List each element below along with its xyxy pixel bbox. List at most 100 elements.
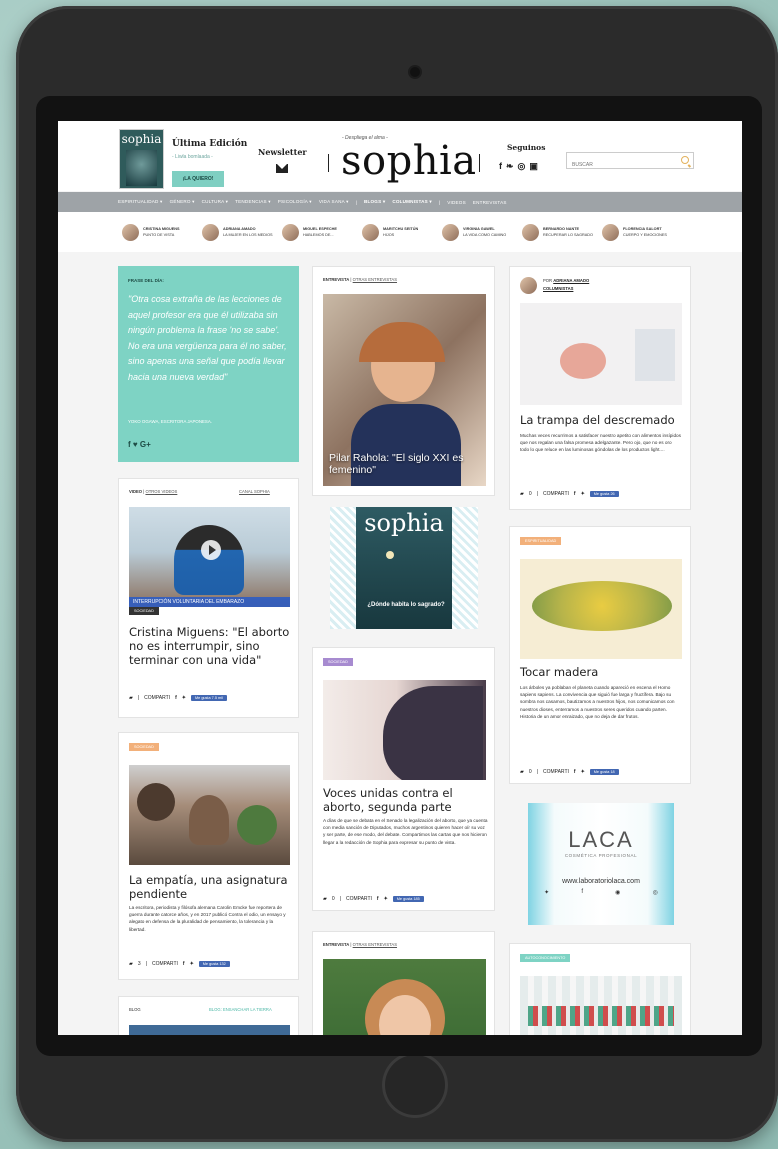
- play-icon[interactable]: [201, 540, 221, 560]
- blog-card[interactable]: BLOG BLOG: ENSANCHAR LA TIERRA: [118, 996, 299, 1035]
- search-input[interactable]: [567, 157, 667, 173]
- facebook-icon[interactable]: f: [183, 961, 185, 967]
- twitter-icon[interactable]: ✦: [190, 961, 194, 967]
- author-link[interactable]: ADRIANA AMADO: [553, 278, 589, 283]
- instagram-icon[interactable]: ◎: [653, 889, 658, 896]
- comment-icon[interactable]: ▰: [520, 491, 524, 497]
- channel-link[interactable]: CANAL SOPHIA: [239, 489, 270, 494]
- separator: |: [137, 695, 140, 701]
- like-button[interactable]: Me gusta 185: [392, 896, 424, 902]
- article-image[interactable]: [520, 976, 682, 1035]
- section-link[interactable]: COLUMNISTAS: [543, 286, 573, 291]
- share-label[interactable]: COMPARTI: [152, 961, 178, 967]
- interview-card-2[interactable]: ENTREVISTA | OTRAS ENTREVISTAS: [312, 931, 495, 1035]
- avatar: [522, 223, 539, 241]
- instagram-icon[interactable]: ◎: [518, 161, 526, 172]
- article-card-madera[interactable]: ESPIRITUALIDAD Tocar madera Los árboles …: [509, 526, 691, 784]
- cover-image: [126, 150, 157, 186]
- twitter-icon[interactable]: ✦: [384, 896, 388, 902]
- laca-url[interactable]: www.laboratoriolaca.com: [528, 878, 674, 885]
- blog-link[interactable]: BLOG: ENSANCHAR LA TIERRA: [209, 1007, 272, 1012]
- facebook-icon[interactable]: f: [175, 695, 177, 701]
- home-button[interactable]: [382, 1052, 448, 1118]
- facebook-icon[interactable]: f: [574, 769, 576, 775]
- share-label[interactable]: COMPARTI: [543, 491, 569, 497]
- twitter-icon[interactable]: ✦: [182, 695, 186, 701]
- article-image[interactable]: [129, 765, 290, 865]
- columnist-item[interactable]: BERNARDO NANTE RECUPERAR LO SAGRADO: [522, 223, 602, 241]
- nav-item-genero[interactable]: GÉNERO ▾: [170, 199, 195, 205]
- interview-card[interactable]: ENTREVISTA | OTRAS ENTREVISTAS Pilar Rah…: [312, 266, 495, 496]
- share-label[interactable]: COMPARTI: [543, 769, 569, 775]
- facebook-icon[interactable]: f: [581, 889, 583, 896]
- columnist-column: PUNTO DE VISTA: [143, 233, 175, 237]
- magazine-cover-ad[interactable]: sophia ¿Dónde habita lo sagrado?: [330, 507, 478, 629]
- youtube-icon[interactable]: ▣: [529, 161, 538, 172]
- byline: POR ADRIANA AMADO: [543, 278, 589, 283]
- article-card-voces[interactable]: SOCIEDAD Voces unidas contra el aborto, …: [312, 647, 495, 911]
- nav-item-cultura[interactable]: CULTURA ▾: [202, 199, 228, 205]
- article-title[interactable]: Voces unidas contra el aborto, segunda p…: [323, 786, 488, 814]
- pinterest-icon[interactable]: ◉: [615, 889, 620, 896]
- article-image[interactable]: [520, 303, 682, 405]
- article-card-last[interactable]: AUTOCONOCIMIENTO: [509, 943, 691, 1035]
- laca-ad[interactable]: LACA COSMÉTICA PROFESIONAL www.laborator…: [528, 803, 674, 925]
- nav-item-columnistas[interactable]: COLUMNISTAS ▾: [392, 199, 432, 205]
- interview-image[interactable]: Pilar Rahola: "El siglo XXI es femenino": [323, 294, 486, 486]
- comment-icon[interactable]: ▰: [129, 695, 133, 701]
- like-button[interactable]: Me gusta 18: [589, 769, 619, 775]
- nav-item-entrevistas[interactable]: ENTREVISTAS: [473, 200, 507, 205]
- article-image[interactable]: [323, 680, 486, 780]
- comment-icon[interactable]: ▰: [323, 896, 327, 902]
- subscribe-button[interactable]: ¡LA QUIERO!: [172, 171, 224, 187]
- video-title[interactable]: Cristina Miguens: "El aborto no es inter…: [129, 625, 294, 667]
- other-interviews-link[interactable]: OTRAS ENTREVISTAS: [353, 277, 397, 282]
- site-logo[interactable]: sophia: [341, 139, 477, 183]
- nav-item-psicologia[interactable]: PSICOLOGÍA ▾: [278, 199, 312, 205]
- quote-share-icons[interactable]: f ♥ G+: [128, 440, 151, 449]
- other-interviews-link[interactable]: OTRAS ENTREVISTAS: [353, 942, 397, 947]
- share-label[interactable]: COMPARTI: [346, 896, 372, 902]
- columnist-item[interactable]: MARITCHU SEITÚN HIJOS: [362, 223, 442, 241]
- newsletter-label[interactable]: Newsletter: [258, 147, 307, 157]
- nav-item-espiritualidad[interactable]: ESPIRITUALIDAD ▾: [118, 199, 163, 205]
- comment-icon[interactable]: ▰: [520, 769, 524, 775]
- columnist-item[interactable]: ADRIANA AMADO LA MUJER EN LOS MEDIOS: [202, 223, 282, 241]
- like-button[interactable]: Me gusta 26: [589, 491, 619, 497]
- twitter-icon[interactable]: ✦: [581, 491, 585, 497]
- comment-icon[interactable]: ▰: [129, 961, 133, 967]
- nav-item-tendencias[interactable]: TENDENCIAS ▾: [235, 199, 271, 205]
- blog-image[interactable]: [129, 1025, 290, 1035]
- article-title[interactable]: La trampa del descremado: [520, 413, 685, 427]
- columnist-item[interactable]: VIRGINIA GAWEL LA VIDA COMO CAMINO: [442, 223, 522, 241]
- article-title[interactable]: Tocar madera: [520, 665, 685, 679]
- latest-cover-thumbnail[interactable]: sophia: [119, 129, 164, 189]
- column-card-trampa[interactable]: POR ADRIANA AMADO COLUMNISTAS La trampa …: [509, 266, 691, 510]
- columnist-item[interactable]: FLORENCIA SALORT CUERPO Y EMOCIONES: [602, 223, 682, 241]
- like-button[interactable]: Me gusta 132: [198, 961, 230, 967]
- nav-item-videos[interactable]: VIDEOS: [447, 200, 466, 205]
- facebook-icon[interactable]: f: [499, 161, 502, 172]
- columnist-item[interactable]: CRISTINA MIGUENS PUNTO DE VISTA: [122, 223, 202, 241]
- twitter-icon[interactable]: ✦: [544, 889, 549, 896]
- separator: |: [339, 896, 341, 902]
- article-title[interactable]: La empatía, una asignatura pendiente: [129, 873, 294, 901]
- nav-item-vida-sana[interactable]: VIDA SANA ▾: [319, 199, 349, 205]
- article-card-empatia[interactable]: SOCIEDAD La empatía, una asignatura pend…: [118, 732, 299, 980]
- interview-image[interactable]: [323, 959, 486, 1035]
- search-icon[interactable]: [681, 156, 689, 164]
- video-card[interactable]: VIDEO | OTROS VIDEOS CANAL SOPHIA INTERR…: [118, 478, 299, 718]
- twitter-icon[interactable]: ✦: [581, 769, 585, 775]
- facebook-icon[interactable]: f: [574, 491, 576, 497]
- video-thumbnail[interactable]: INTERRUPCIÓN VOLUNTARIA DEL EMBARAZO: [129, 507, 290, 607]
- other-videos-link[interactable]: OTROS VIDEOS: [145, 489, 177, 494]
- twitter-icon[interactable]: ❧: [506, 161, 514, 172]
- separator: |: [536, 491, 538, 497]
- nav-item-blogs[interactable]: BLOGS ▾: [364, 199, 385, 205]
- like-button[interactable]: Me gusta 7.5 mil: [190, 695, 227, 701]
- article-image[interactable]: [520, 559, 682, 659]
- facebook-icon[interactable]: f: [377, 896, 379, 902]
- columnist-item[interactable]: MIGUEL ESPECHE HABLEMOS DE...: [282, 223, 362, 241]
- share-label[interactable]: COMPARTI: [144, 695, 170, 701]
- mail-icon[interactable]: [276, 164, 288, 173]
